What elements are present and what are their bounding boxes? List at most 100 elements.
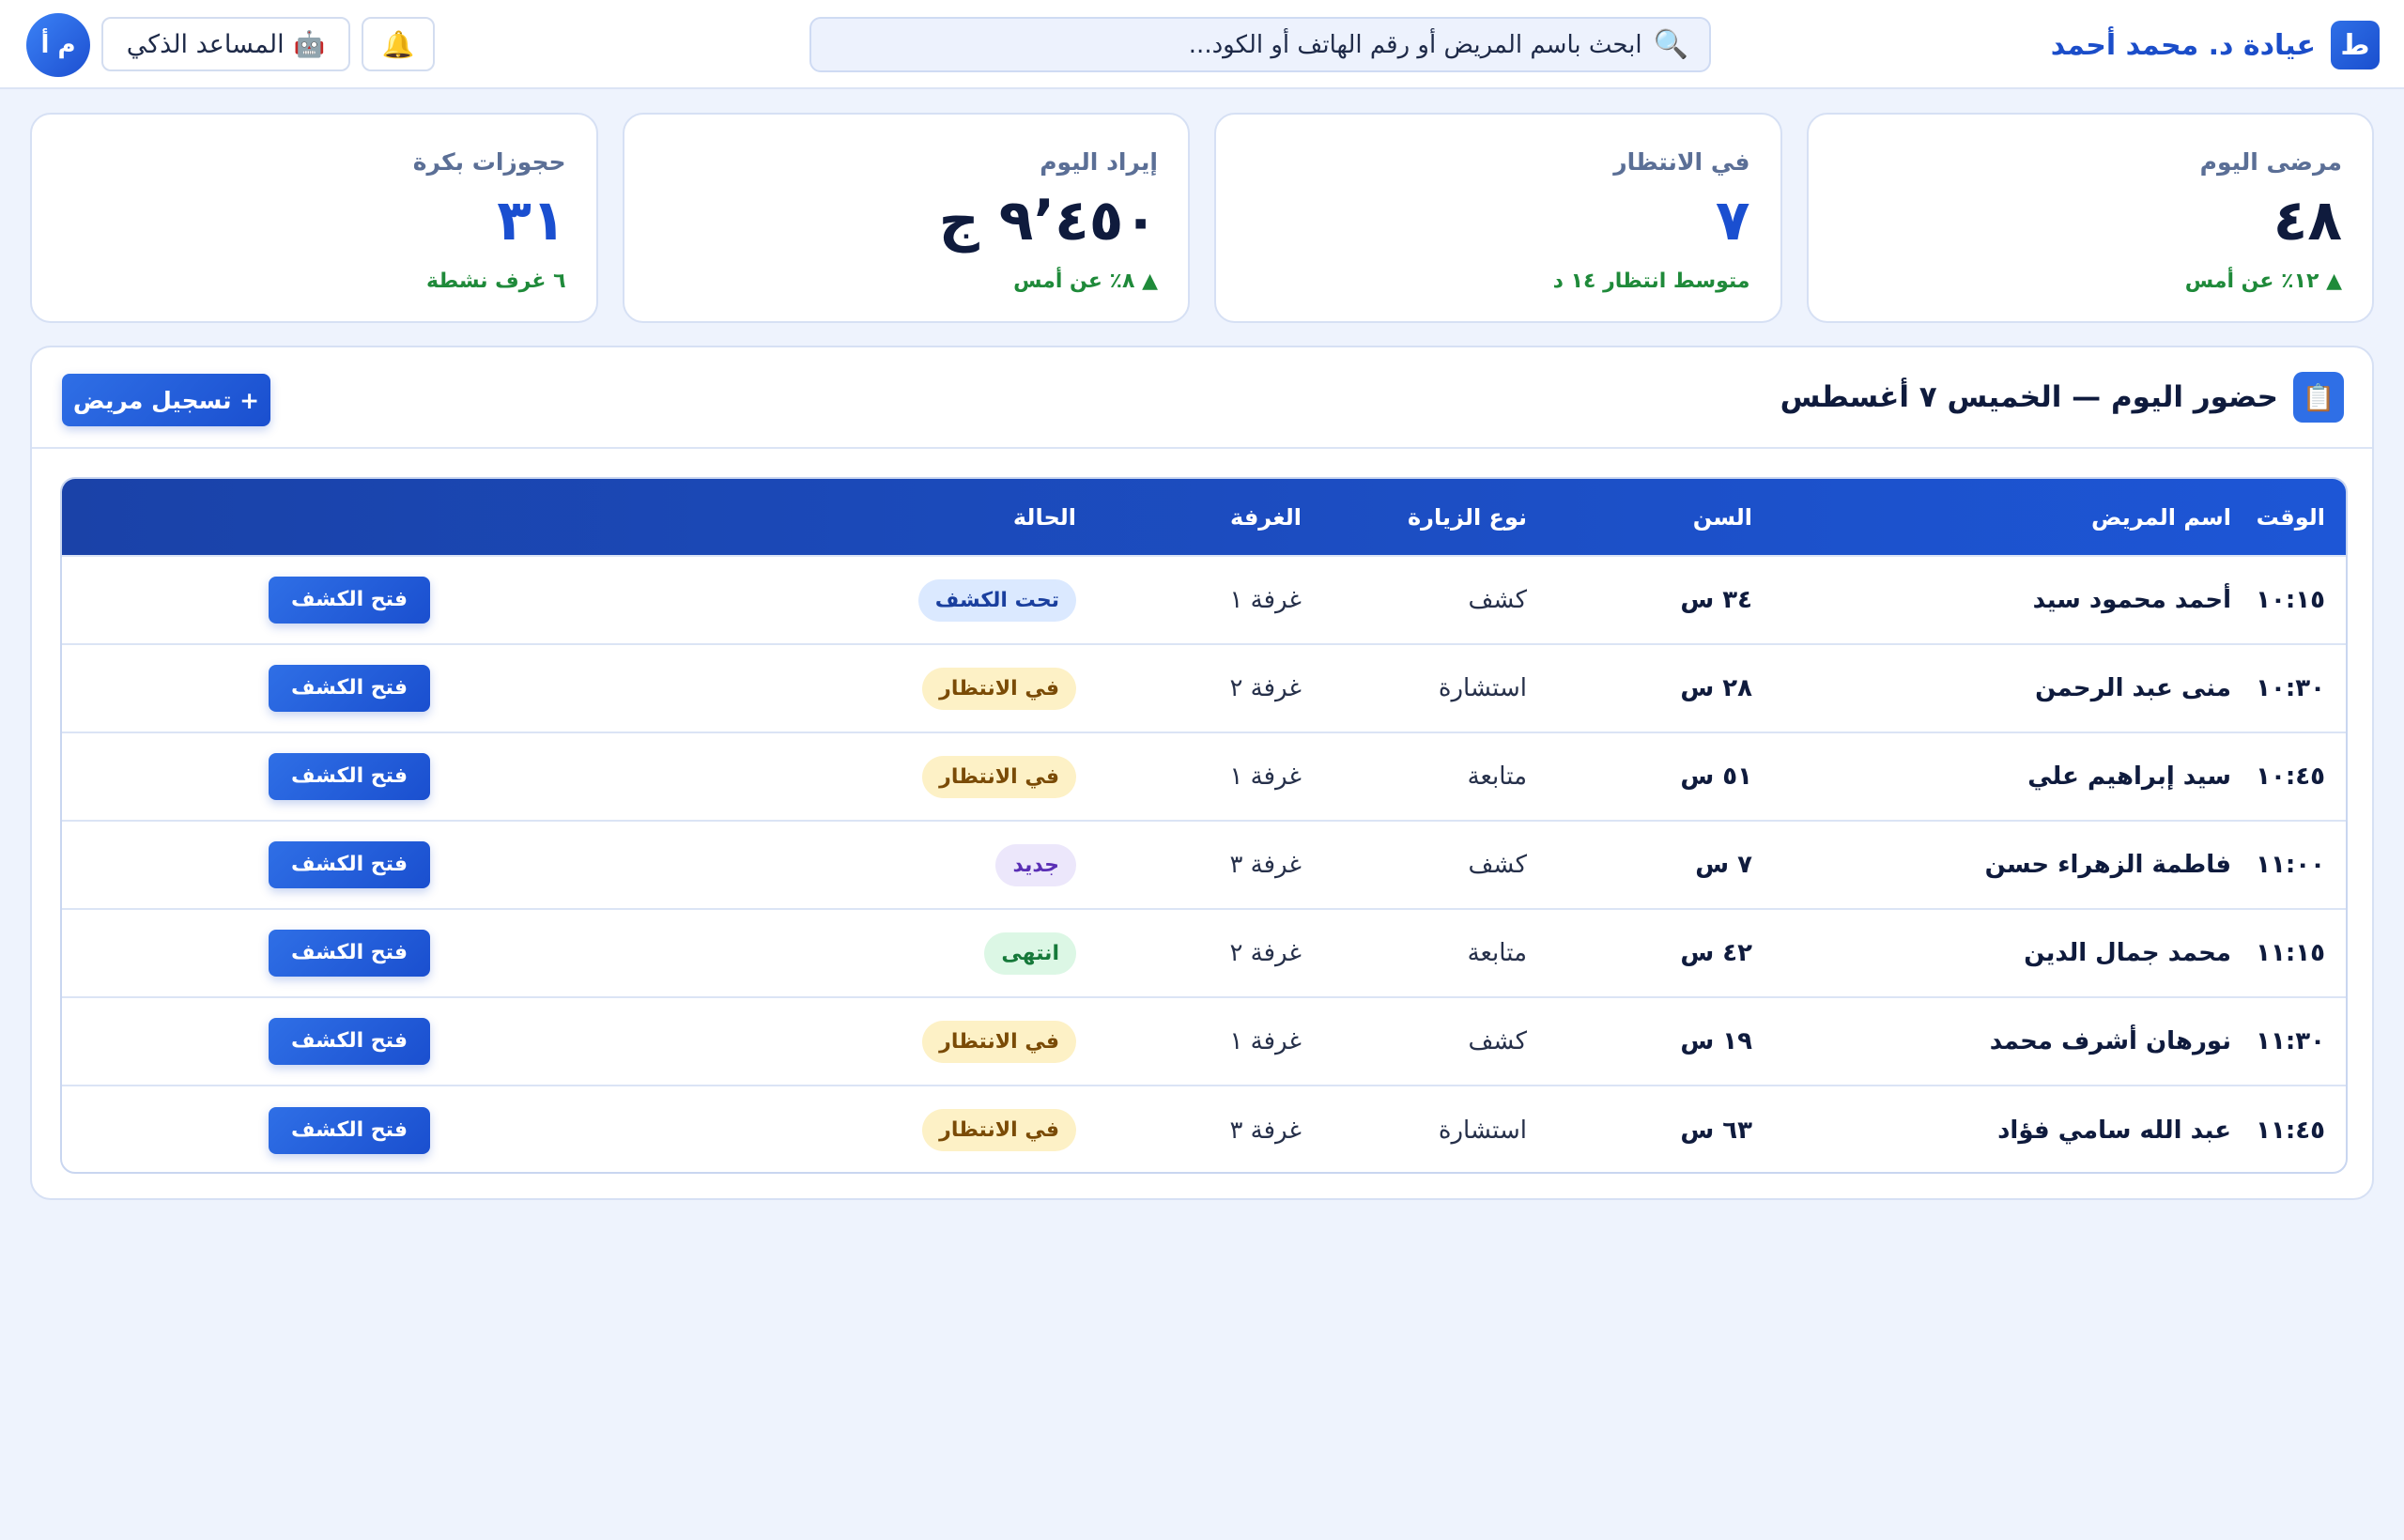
search-input[interactable]: 🔍 ابحث باسم المريض أو رقم الهاتف أو الكو… xyxy=(809,17,1711,72)
status-badge: في الانتظار xyxy=(922,667,1076,710)
cell-time: ١١:٣٠ xyxy=(2256,1027,2325,1055)
open-exam-button[interactable]: فتح الكشف xyxy=(269,1106,430,1154)
open-exam-button[interactable]: فتح الكشف xyxy=(269,577,430,624)
status-badge: تحت الكشف xyxy=(917,578,1076,622)
stat-value: ٩٬٤٥٠ ج xyxy=(938,188,1158,254)
cell-time: ١٠:٤٥ xyxy=(2256,762,2325,791)
notifications-button[interactable]: 🔔 xyxy=(362,17,435,71)
open-exam-button[interactable]: فتح الكشف xyxy=(269,753,430,800)
cell-actions: فتح الكشف xyxy=(62,644,862,732)
cell-age: ٤٢ س xyxy=(1680,939,1752,967)
brand-logo-icon: ط xyxy=(2331,21,2380,69)
cell-actions: فتح الكشف xyxy=(62,732,862,821)
bell-icon: 🔔 xyxy=(381,28,415,60)
cell-status: جديد xyxy=(862,821,1097,909)
cell-room: غرفة ٣ xyxy=(1229,1116,1302,1145)
cell-age: ٥١ س xyxy=(1680,762,1752,791)
top-bar: ط عيادة د. محمد أحمد 🔍 ابحث باسم المريض … xyxy=(0,0,2404,89)
cell-status: في الانتظار xyxy=(862,997,1097,1086)
stat-note: ▲ ٨٪ عن أمس xyxy=(1013,270,1158,293)
cell-actions: فتح الكشف xyxy=(62,556,862,644)
open-exam-button[interactable]: فتح الكشف xyxy=(269,841,430,888)
status-badge: في الانتظار xyxy=(922,1109,1076,1151)
column-header-actions xyxy=(62,479,862,556)
stat-card-waiting: في الانتظار ٧ متوسط انتظار ١٤ د xyxy=(1214,113,1782,323)
clipboard-icon: 📋 xyxy=(2293,372,2344,423)
cell-visit-type: كشف xyxy=(1468,851,1528,879)
status-badge: في الانتظار xyxy=(922,755,1076,798)
stat-value: ٧ xyxy=(1715,188,1750,254)
table-row[interactable]: ١١:٣٠ نورهان أشرف محمد ١٩ س كشف غرفة ١ في الا… xyxy=(62,997,2346,1086)
brand[interactable]: ط عيادة د. محمد أحمد xyxy=(2051,20,2380,70)
cell-visit-type: استشارة xyxy=(1438,674,1527,702)
cell-status: انتهى xyxy=(862,909,1097,997)
cell-patient-name: فاطمة الزهراء حسن xyxy=(1984,851,2231,879)
cell-time: ١١:٤٥ xyxy=(2256,1116,2325,1145)
cell-age: ٦٣ س xyxy=(1680,1116,1752,1145)
cell-age: ٣٤ س xyxy=(1680,586,1752,614)
avatar[interactable]: م أ xyxy=(26,13,90,77)
stat-label: مرضى اليوم xyxy=(2199,148,2342,176)
column-header-visit-type[interactable]: نوع الزيارة xyxy=(1322,479,1548,556)
column-header-time[interactable]: الوقت xyxy=(2252,479,2346,556)
stat-note: ▲ ١٢٪ عن أمس xyxy=(2184,270,2342,293)
cell-visit-type: كشف xyxy=(1468,586,1528,614)
cell-patient-name: أحمد محمود سيد xyxy=(2032,586,2231,614)
brand-name: عيادة د. محمد أحمد xyxy=(2050,28,2316,62)
column-header-status[interactable]: الحالة xyxy=(862,479,1097,556)
open-exam-button[interactable]: فتح الكشف xyxy=(269,930,430,977)
search-placeholder: ابحث باسم المريض أو رقم الهاتف أو الكود.… xyxy=(1188,30,1642,59)
table-row[interactable]: ١٠:٣٠ منى عبد الرحمن ٢٨ س استشارة غرفة ٢ في ا… xyxy=(62,644,2346,732)
table-header-row: الوقت اسم المريض السن نوع الزيارة الغرفة… xyxy=(62,479,2346,556)
column-header-patient-name[interactable]: اسم المريض xyxy=(1773,479,2252,556)
panel-header: 📋 حضور اليوم — الخميس ٧ أغسطس + تسجيل مر… xyxy=(32,347,2372,449)
column-header-room[interactable]: الغرفة xyxy=(1097,479,1322,556)
cell-visit-type: متابعة xyxy=(1467,762,1527,791)
table-row[interactable]: ١١:٤٥ عبد الله سامي فؤاد ٦٣ س استشارة غرفة ٣… xyxy=(62,1086,2346,1172)
cell-room: غرفة ٢ xyxy=(1229,674,1302,702)
cell-visit-type: كشف xyxy=(1468,1027,1528,1055)
stat-note: ٦ غرف نشطة xyxy=(426,270,566,293)
cell-actions: فتح الكشف xyxy=(62,997,862,1086)
stat-label: في الانتظار xyxy=(1613,148,1750,176)
stat-note: متوسط انتظار ١٤ د xyxy=(1552,270,1750,293)
cell-actions: فتح الكشف xyxy=(62,909,862,997)
table-row[interactable]: ١٠:١٥ أحمد محمود سيد ٣٤ س كشف غرفة ١ تحت الكش… xyxy=(62,556,2346,644)
stat-card-patients-today: مرضى اليوم ٤٨ ▲ ١٢٪ عن أمس xyxy=(1806,113,2374,323)
cell-status: في الانتظار xyxy=(862,1086,1097,1172)
cell-visit-type: استشارة xyxy=(1438,1116,1527,1145)
status-badge: جديد xyxy=(995,843,1076,886)
cell-time: ١٠:١٥ xyxy=(2256,586,2325,614)
cell-status: في الانتظار xyxy=(862,644,1097,732)
stat-value: ٤٨ xyxy=(2273,188,2342,254)
panel-title: 📋 حضور اليوم — الخميس ٧ أغسطس xyxy=(1780,372,2344,423)
cell-room: غرفة ١ xyxy=(1229,1027,1302,1055)
table-row[interactable]: ١٠:٤٥ سيد إبراهيم علي ٥١ س متابعة غرفة ١ في ا… xyxy=(62,732,2346,821)
register-patient-button[interactable]: + تسجيل مريض xyxy=(62,374,270,426)
cell-age: ٧ س xyxy=(1695,851,1752,879)
cell-patient-name: منى عبد الرحمن xyxy=(2035,674,2231,702)
cell-room: غرفة ١ xyxy=(1229,762,1302,791)
cell-time: ١١:١٥ xyxy=(2256,939,2325,967)
table-row[interactable]: ١١:١٥ محمد جمال الدين ٤٢ س متابعة غرفة ٢ انته… xyxy=(62,909,2346,997)
cell-actions: فتح الكشف xyxy=(62,1086,862,1172)
cell-actions: فتح الكشف xyxy=(62,821,862,909)
stat-label: حجوزات بكرة xyxy=(412,148,566,176)
cell-patient-name: محمد جمال الدين xyxy=(2024,939,2231,967)
ai-assistant-button[interactable]: 🤖 المساعد الذكي xyxy=(101,17,350,71)
cell-status: في الانتظار xyxy=(862,732,1097,821)
cell-status: تحت الكشف xyxy=(862,556,1097,644)
status-badge: انتهى xyxy=(984,932,1076,975)
cell-visit-type: متابعة xyxy=(1467,939,1527,967)
open-exam-button[interactable]: فتح الكشف xyxy=(269,1018,430,1065)
cell-age: ٢٨ س xyxy=(1680,674,1752,702)
cell-patient-name: نورهان أشرف محمد xyxy=(1989,1027,2231,1055)
cell-time: ١٠:٣٠ xyxy=(2256,674,2325,702)
assistant-label: المساعد الذكي xyxy=(126,29,285,59)
column-header-age[interactable]: السن xyxy=(1548,479,1773,556)
stats-row: مرضى اليوم ٤٨ ▲ ١٢٪ عن أمس في الانتظار ٧… xyxy=(30,113,2374,323)
stat-label: إيراد اليوم xyxy=(1040,148,1158,176)
stat-value: ٣١ xyxy=(497,188,566,254)
table-row[interactable]: ١١:٠٠ فاطمة الزهراء حسن ٧ س كشف غرفة ٣ جديد فت… xyxy=(62,821,2346,909)
open-exam-button[interactable]: فتح الكشف xyxy=(269,665,430,712)
